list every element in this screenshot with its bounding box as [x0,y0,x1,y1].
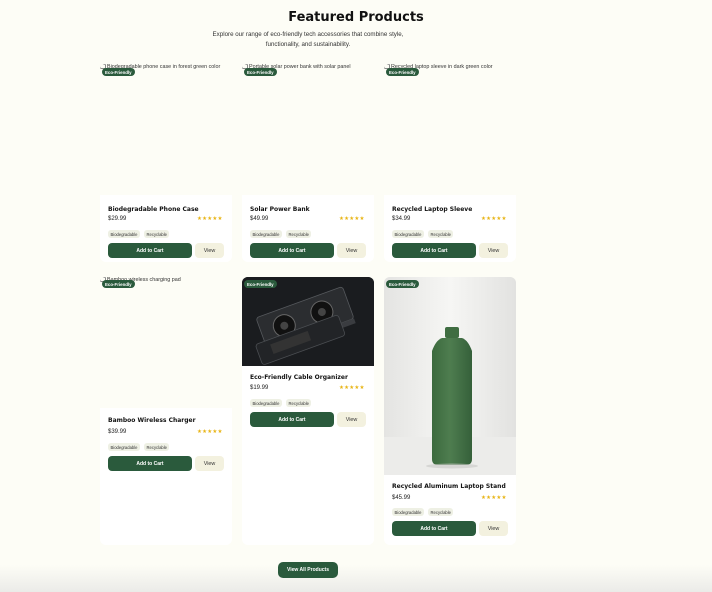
eco-friendly-badge: Eco-Friendly [386,68,419,76]
bottom-fade [0,565,712,592]
star-rating: ★★★★★ [339,216,365,222]
view-button[interactable]: View [479,243,508,258]
product-image: Recycled laptop sleeve in dark green col… [384,64,516,194]
product-image: Biodegradable phone case in forest green… [100,64,232,194]
page-subtitle: Explore our range of eco-friendly tech a… [212,31,404,48]
product-name[interactable]: Solar Power Bank [250,206,310,213]
eco-friendly-badge: Eco-Friendly [102,280,135,288]
view-button[interactable]: View [337,412,366,427]
add-to-cart-button[interactable]: Add to Cart [392,521,476,536]
product-name[interactable]: Biodegradable Phone Case [108,206,199,213]
product-card: Bamboo wireless charging pad Eco-Friendl… [100,277,232,545]
eco-friendly-badge: Eco-Friendly [102,68,135,76]
tag-recyclable: Recyclable [144,230,170,239]
product-card: Eco-Friendly Eco-Friendly Cable Organize… [242,277,374,545]
product-card: Biodegradable phone case in forest green… [100,64,232,262]
eco-friendly-badge: Eco-Friendly [244,68,277,76]
tag-recyclable: Recyclable [144,443,170,452]
tag-recyclable: Recyclable [286,399,312,408]
product-image [242,277,374,366]
add-to-cart-button[interactable]: Add to Cart [250,243,334,258]
eco-friendly-badge: Eco-Friendly [386,280,419,288]
view-button[interactable]: View [337,243,366,258]
tag-biodegradable: Biodegradable [250,230,283,239]
product-name[interactable]: Bamboo Wireless Charger [108,417,196,424]
product-name[interactable]: Eco-Friendly Cable Organizer [250,374,348,381]
star-rating: ★★★★★ [197,429,223,435]
product-price: $45.99 [392,495,411,501]
add-to-cart-button[interactable]: Add to Cart [108,456,192,471]
view-button[interactable]: View [195,243,224,258]
add-to-cart-button[interactable]: Add to Cart [108,243,192,258]
product-image [384,277,516,475]
tag-biodegradable: Biodegradable [392,508,425,517]
tag-recyclable: Recyclable [428,508,454,517]
tag-biodegradable: Biodegradable [392,230,425,239]
view-button[interactable]: View [479,521,508,536]
view-all-products-button[interactable]: View All Products [278,562,338,578]
eco-friendly-badge: Eco-Friendly [244,280,277,288]
product-name[interactable]: Recycled Laptop Sleeve [392,206,472,213]
product-price: $34.99 [392,216,411,222]
star-rating: ★★★★★ [481,495,507,501]
star-rating: ★★★★★ [481,216,507,222]
star-rating: ★★★★★ [197,216,223,222]
add-to-cart-button[interactable]: Add to Cart [392,243,476,258]
product-card: Recycled laptop sleeve in dark green col… [384,64,516,262]
tag-biodegradable: Biodegradable [108,230,141,239]
product-price: $39.99 [108,429,127,435]
product-card: Eco-Friendly Recycled Aluminum Laptop St… [384,277,516,545]
page-title: Featured Products [288,10,424,25]
product-image: Bamboo wireless charging pad [100,277,232,407]
product-name[interactable]: Recycled Aluminum Laptop Stand [392,483,506,490]
product-price: $19.99 [250,385,269,391]
star-rating: ★★★★★ [339,385,365,391]
add-to-cart-button[interactable]: Add to Cart [250,412,334,427]
tag-biodegradable: Biodegradable [250,399,283,408]
view-button[interactable]: View [195,456,224,471]
cable-organizer-photo [242,277,374,366]
tag-recyclable: Recyclable [286,230,312,239]
tag-biodegradable: Biodegradable [108,443,141,452]
tag-recyclable: Recyclable [428,230,454,239]
product-image: Portable solar power bank with solar pan… [242,64,374,194]
product-card: Portable solar power bank with solar pan… [242,64,374,262]
product-price: $29.99 [108,216,127,222]
product-price: $49.99 [250,216,269,222]
laptop-stand-photo [384,277,516,475]
